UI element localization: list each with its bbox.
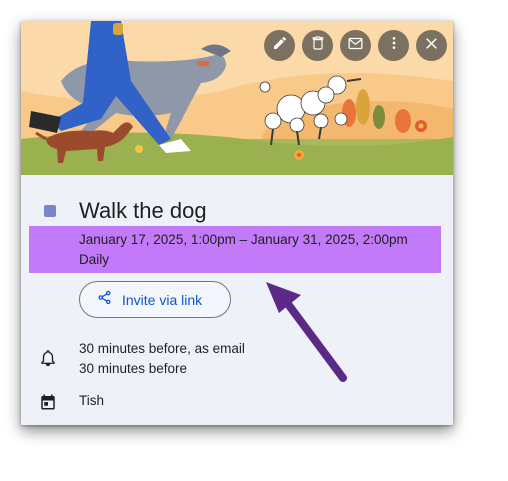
calendar-icon	[39, 393, 57, 411]
email-icon	[347, 35, 364, 57]
more-icon	[386, 35, 402, 56]
event-actions-toolbar	[264, 30, 447, 61]
event-details-card: Walk the dog January 17, 2025, 1:00pm – …	[21, 21, 453, 425]
more-options-button[interactable]	[378, 30, 409, 61]
notifications-list: 30 minutes before, as email 30 minutes b…	[79, 339, 245, 379]
notification-item: 30 minutes before	[79, 361, 188, 376]
bell-icon	[39, 349, 57, 367]
event-recurrence: Daily	[79, 252, 110, 267]
email-guests-button[interactable]	[340, 30, 371, 61]
close-button[interactable]	[416, 30, 447, 61]
delete-button[interactable]	[302, 30, 333, 61]
event-color-chip	[44, 205, 56, 217]
notification-item: 30 minutes before, as email	[79, 341, 245, 356]
calendar-name: Tish	[79, 393, 105, 408]
event-datetime: January 17, 2025, 1:00pm – January 31, 2…	[79, 230, 408, 270]
close-icon	[424, 36, 439, 56]
edit-icon	[272, 35, 288, 56]
invite-label: Invite via link	[122, 291, 203, 308]
share-icon	[97, 290, 112, 310]
event-title-row: Walk the dog	[21, 199, 453, 229]
event-date-range: January 17, 2025, 1:00pm – January 31, 2…	[79, 232, 408, 247]
delete-icon	[310, 35, 326, 56]
edit-button[interactable]	[264, 30, 295, 61]
invite-via-link-button[interactable]: Invite via link	[79, 281, 231, 318]
event-title: Walk the dog	[79, 198, 207, 223]
